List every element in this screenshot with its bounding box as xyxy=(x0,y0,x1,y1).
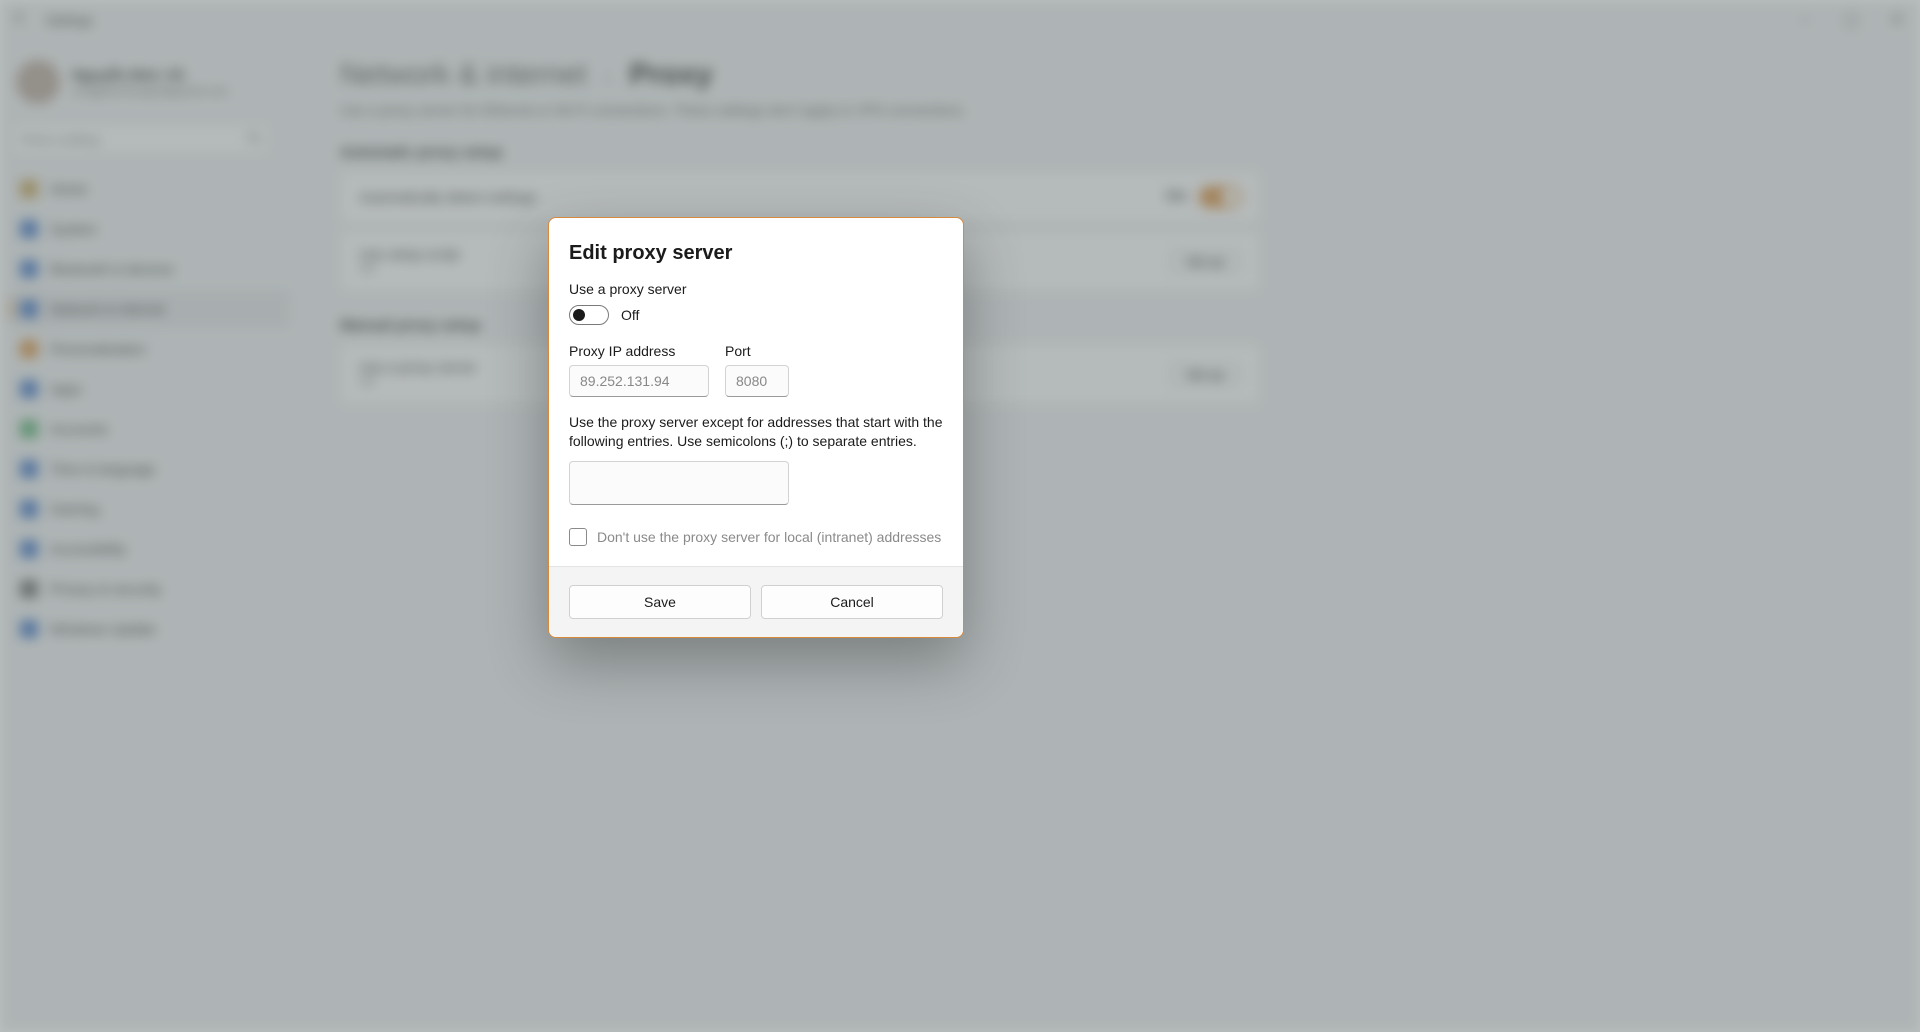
dialog-footer: Save Cancel xyxy=(549,566,963,637)
proxy-port-input[interactable] xyxy=(725,365,789,397)
exceptions-textarea[interactable] xyxy=(569,461,789,505)
cancel-button[interactable]: Cancel xyxy=(761,585,943,619)
proxy-ip-label: Proxy IP address xyxy=(569,343,709,359)
use-proxy-label: Use a proxy server xyxy=(569,281,943,297)
use-proxy-toggle[interactable] xyxy=(569,305,609,325)
edit-proxy-dialog: Edit proxy server Use a proxy server Off… xyxy=(548,217,964,638)
use-proxy-toggle-state: Off xyxy=(621,307,639,323)
local-bypass-label: Don't use the proxy server for local (in… xyxy=(597,529,941,545)
save-button[interactable]: Save xyxy=(569,585,751,619)
exceptions-label: Use the proxy server except for addresse… xyxy=(569,413,943,451)
dialog-title: Edit proxy server xyxy=(569,242,943,265)
proxy-ip-input[interactable] xyxy=(569,365,709,397)
local-bypass-checkbox[interactable] xyxy=(569,528,587,546)
proxy-port-label: Port xyxy=(725,343,789,359)
